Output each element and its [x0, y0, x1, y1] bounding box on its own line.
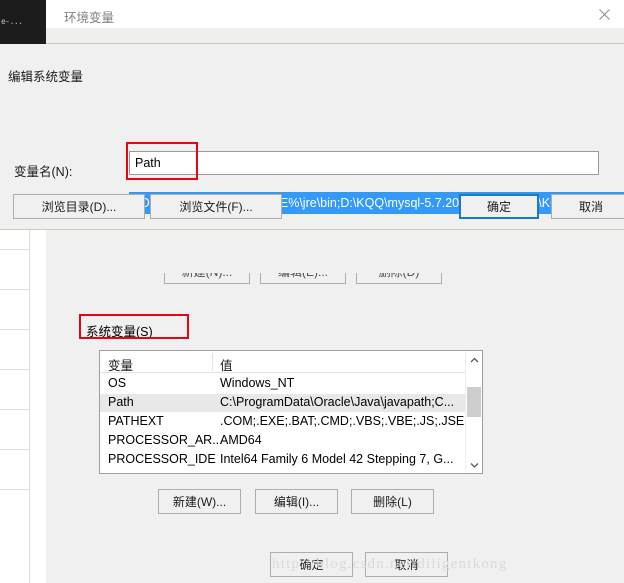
edit-dialog-ok-button[interactable]: 确定 [459, 194, 539, 219]
row-variable-name: Path [108, 395, 134, 409]
rail-divider [0, 489, 30, 490]
user-var-delete-button[interactable]: 删除(D) [356, 273, 442, 284]
list-header: 变量 值 [100, 351, 482, 373]
rail-divider [0, 249, 30, 250]
system-var-edit-button[interactable]: 编辑(I)... [255, 489, 338, 514]
user-var-new-button[interactable]: 新建(N)... [164, 273, 250, 284]
browse-directory-button[interactable]: 浏览目录(D)... [13, 194, 145, 219]
table-row[interactable]: PATHEXT .COM;.EXE;.BAT;.CMD;.VBS;.VBE;.J… [100, 413, 482, 431]
table-row[interactable]: OS Windows_NT [100, 375, 482, 393]
desktop-corner: e-... [0, 0, 46, 27]
screen-root: e-... 环境变量 系统变量(S) 变量 值 OS Windows_NT Pa… [0, 0, 624, 583]
rail-divider [0, 449, 30, 450]
chevron-down-icon[interactable] [466, 456, 482, 473]
desktop-corner-lower [0, 26, 46, 44]
rail-divider [0, 369, 30, 370]
system-var-new-button[interactable]: 新建(W)... [158, 489, 241, 514]
table-row[interactable]: Path C:\ProgramData\Oracle\Java\javapath… [100, 394, 482, 412]
variable-name-input[interactable] [129, 151, 599, 175]
window-title: 环境变量 [64, 11, 115, 25]
user-var-edit-button[interactable]: 编辑(E)... [260, 273, 346, 284]
titlebar-strip [46, 28, 624, 43]
browse-file-button[interactable]: 浏览文件(F)... [150, 194, 282, 219]
user-variables-button-row: 新建(N)... 编辑(E)... 删除(D) [164, 273, 464, 299]
rail-divider [0, 329, 30, 330]
scrollbar-thumb[interactable] [467, 387, 481, 417]
watermark-text: http://blog.csdn.net/diligentkong [272, 556, 508, 572]
column-header-value[interactable]: 值 [220, 355, 233, 374]
column-header-variable[interactable]: 变量 [108, 355, 133, 374]
variable-name-highlight-box [126, 142, 198, 180]
system-var-delete-button[interactable]: 删除(L) [351, 489, 434, 514]
row-variable-value: AMD64 [220, 433, 262, 447]
edit-dialog-heading: 编辑系统变量 [8, 70, 84, 84]
row-variable-value: Windows_NT [220, 376, 295, 390]
system-variables-highlight-box [79, 314, 189, 339]
row-variable-value: C:\ProgramData\Oracle\Java\javapath;C... [220, 395, 455, 409]
table-row[interactable]: PROCESSOR_AR... AMD64 [100, 432, 482, 450]
rail-divider [0, 289, 30, 290]
chevron-up-icon[interactable] [466, 351, 482, 368]
table-row[interactable]: PROCESSOR_IDE Intel64 Family 6 Model 42 … [100, 451, 482, 469]
rail-divider [0, 409, 30, 410]
row-variable-name: PATHEXT [108, 414, 164, 428]
row-variable-value: Intel64 Family 6 Model 42 Stepping 7, G.… [220, 452, 454, 466]
row-variable-name: PROCESSOR_IDE [108, 452, 216, 466]
edit-dialog-cancel-button[interactable]: 取消 [551, 194, 624, 219]
variable-name-label: 变量名(N): [14, 165, 73, 179]
window-titlebar: 环境变量 [46, 0, 624, 28]
row-variable-name: OS [108, 376, 127, 390]
row-variable-name: PROCESSOR_AR... [108, 433, 223, 447]
system-variables-list[interactable]: 变量 值 OS Windows_NT Path C:\ProgramData\O… [99, 350, 483, 474]
row-variable-value: .COM;.EXE;.BAT;.CMD;.VBS;.VBE;.JS;.JSE;.… [220, 414, 482, 428]
list-vertical-scrollbar[interactable] [465, 351, 482, 473]
column-separator[interactable] [212, 353, 213, 371]
close-icon[interactable] [592, 4, 616, 24]
